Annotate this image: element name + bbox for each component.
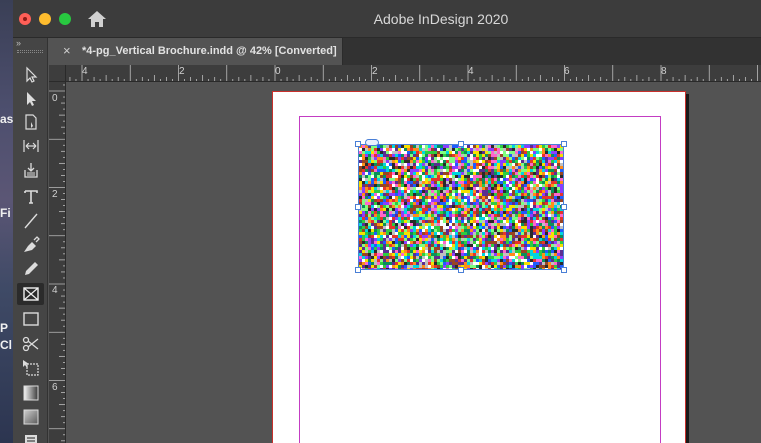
tools-panel: ›› — [13, 38, 48, 443]
tools-panel-header[interactable]: ›› — [13, 38, 48, 60]
pasteboard[interactable] — [66, 82, 761, 443]
selection-tool-icon — [25, 66, 37, 83]
pencil-tool-button[interactable] — [17, 258, 44, 280]
ruler-label: 4 — [82, 66, 88, 77]
content-collector-tool-button[interactable] — [17, 159, 44, 181]
desktop-text-fragment: Cl — [0, 338, 12, 352]
horizontal-ruler[interactable]: 4 2 0 2 4 6 8 — [66, 65, 761, 82]
page-tool-button[interactable] — [17, 111, 44, 133]
placed-image-frame[interactable] — [358, 144, 564, 270]
ruler-label: 6 — [52, 382, 58, 393]
frame-handle-left[interactable] — [355, 204, 361, 210]
type-tool-button[interactable] — [17, 186, 44, 208]
frame-handle-top[interactable] — [458, 141, 464, 147]
frame-handle-bottom-left[interactable] — [355, 267, 361, 273]
rectangle-frame-tool-icon — [22, 287, 39, 301]
free-transform-tool-icon — [22, 360, 39, 376]
document-tab-title: *4-pg_Vertical Brochure.indd @ 42% [Conv… — [82, 45, 337, 57]
scissors-tool-icon — [22, 336, 38, 352]
gradient-feather-tool-icon — [23, 409, 38, 425]
type-tool-icon — [23, 190, 38, 204]
ruler-label: 2 — [179, 66, 185, 77]
page-tool-icon — [24, 114, 37, 130]
note-tool-icon — [24, 435, 37, 443]
ruler-origin[interactable] — [49, 65, 66, 82]
frame-handle-bottom[interactable] — [458, 267, 464, 273]
ruler-label: 4 — [468, 66, 474, 77]
gradient-feather-tool-button[interactable] — [17, 406, 44, 428]
rectangle-frame-tool-button[interactable] — [17, 283, 44, 305]
window-title: Adobe InDesign 2020 — [373, 11, 509, 27]
desktop-text-fragment: P — [0, 321, 9, 335]
vertical-ruler[interactable]: 0 2 4 6 — [49, 82, 66, 443]
selection-tool-button[interactable] — [17, 64, 44, 86]
ruler-label: 2 — [52, 189, 58, 200]
frame-handle-right[interactable] — [561, 204, 567, 210]
rectangle-tool-icon — [22, 312, 39, 326]
desktop-background: as Fi P Cl — [0, 0, 13, 443]
ruler-label: 2 — [372, 66, 378, 77]
gap-tool-button[interactable] — [17, 135, 44, 157]
note-tool-button[interactable] — [17, 430, 44, 443]
gap-tool-icon — [22, 140, 39, 152]
frame-handle-top-right[interactable] — [561, 141, 567, 147]
ruler-label: 8 — [661, 66, 667, 77]
content-grabber-icon[interactable] — [365, 139, 379, 146]
collapse-panel-icon[interactable]: ›› — [16, 38, 21, 48]
free-transform-tool-button[interactable] — [17, 357, 44, 379]
rectangle-tool-button[interactable] — [17, 308, 44, 330]
content-collector-icon — [23, 163, 38, 178]
direct-selection-tool-icon — [26, 92, 36, 106]
document-tab[interactable]: × *4-pg_Vertical Brochure.indd @ 42% [Co… — [49, 38, 343, 65]
title-bar: Adobe InDesign 2020 — [13, 0, 761, 38]
ruler-label: 4 — [52, 285, 58, 296]
gradient-swatch-tool-icon — [23, 385, 38, 401]
document-tab-bar: × *4-pg_Vertical Brochure.indd @ 42% [Co… — [49, 38, 761, 65]
scissors-tool-button[interactable] — [17, 333, 44, 355]
panel-grip-icon[interactable] — [17, 50, 43, 53]
pen-tool-icon — [23, 236, 40, 252]
frame-handle-top-left[interactable] — [355, 141, 361, 147]
ruler-label: 0 — [275, 66, 281, 77]
desktop-text-fragment: as — [0, 112, 13, 126]
ruler-label: 6 — [564, 66, 570, 77]
placed-image — [359, 145, 563, 269]
frame-handle-bottom-right[interactable] — [561, 267, 567, 273]
pen-tool-button[interactable] — [17, 234, 44, 256]
direct-selection-tool-button[interactable] — [17, 88, 44, 110]
pencil-tool-icon — [24, 262, 38, 275]
horizontal-ruler-ticks — [69, 65, 758, 81]
desktop-text-fragment: Fi — [0, 206, 11, 220]
close-tab-icon[interactable]: × — [63, 43, 71, 58]
gradient-swatch-tool-button[interactable] — [17, 382, 44, 404]
line-tool-icon — [23, 213, 38, 229]
ruler-label: 0 — [52, 93, 58, 104]
line-tool-button[interactable] — [17, 210, 44, 232]
